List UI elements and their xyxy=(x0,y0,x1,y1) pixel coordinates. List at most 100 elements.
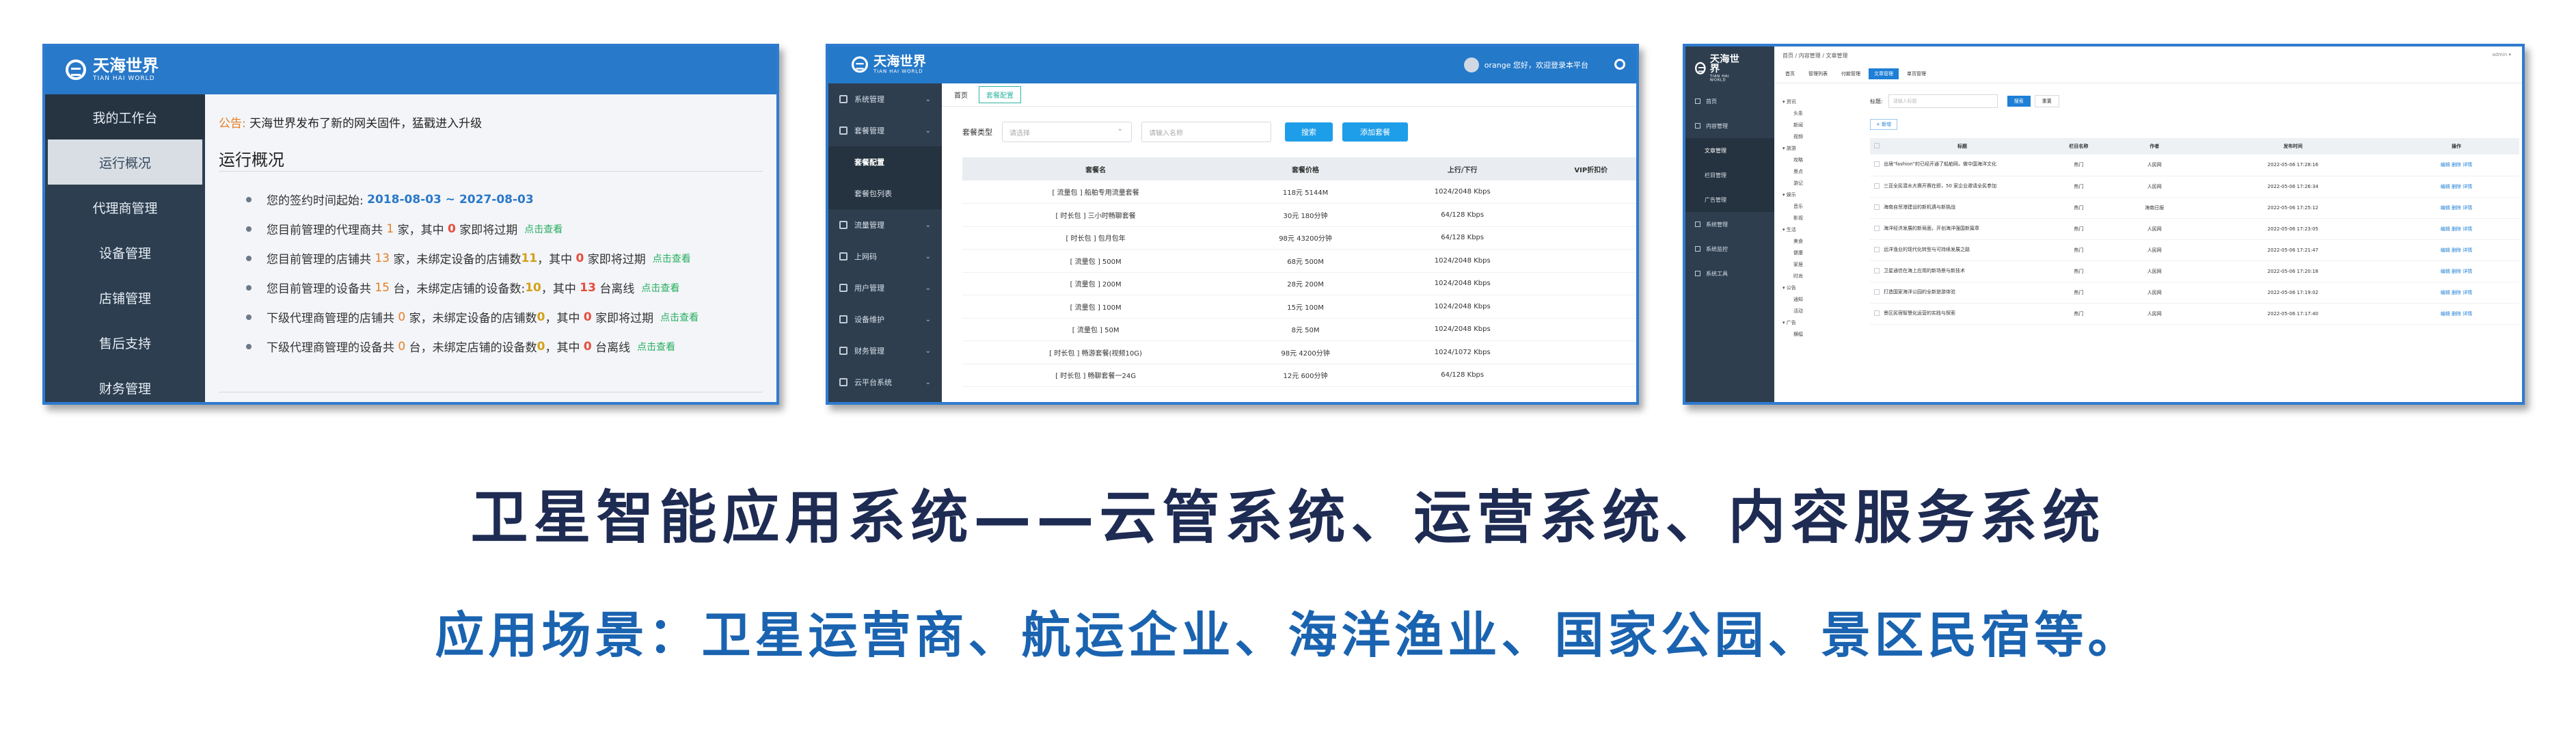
table-row[interactable]: 海南自贸港建设的新机遇与新挑战 热门 海南日报 2022-05-06 17:25:12… xyxy=(1870,197,2519,219)
table-row[interactable]: [ 时长包 ] 畅聊套餐一24G 12元 600分钟 64/128 Kbps xyxy=(962,364,1636,387)
action-link[interactable]: 详情 xyxy=(2463,205,2472,211)
action-link[interactable]: 删除 xyxy=(2452,226,2461,232)
type-select[interactable]: 请选择 xyxy=(1002,122,1132,142)
row-checkbox[interactable] xyxy=(1874,183,1880,189)
article-title[interactable]: 三亚全民潜水大赛开赛在即，50 家企业邀请全民参加 xyxy=(1884,176,2041,198)
row-checkbox[interactable] xyxy=(1874,225,1880,231)
row-checkbox[interactable] xyxy=(1874,246,1880,252)
tree-node[interactable]: ▾ 广告 xyxy=(1782,319,1858,331)
row-checkbox[interactable] xyxy=(1874,204,1880,210)
search-input[interactable]: 请输入标题 xyxy=(1888,94,1998,108)
sidebar-item[interactable]: 文章管理 xyxy=(1685,138,1774,163)
add-package-button[interactable]: 添加套餐 xyxy=(1342,122,1408,142)
sidebar-item-shops[interactable]: 店铺管理 xyxy=(45,275,205,320)
action-link[interactable]: 删除 xyxy=(2452,184,2461,189)
row-checkbox[interactable] xyxy=(1874,267,1880,273)
tab-package-config[interactable]: 套餐配置 xyxy=(979,86,1021,103)
tree-node[interactable]: 健康 xyxy=(1782,250,1858,261)
sidebar-item[interactable]: 套餐配置 xyxy=(828,146,942,178)
action-link[interactable]: 编辑 xyxy=(2441,269,2450,274)
tab[interactable]: 管理列表 xyxy=(1803,68,1833,79)
action-link[interactable]: 编辑 xyxy=(2441,311,2450,317)
tree-node[interactable]: ▾ 娱乐 xyxy=(1782,191,1858,203)
tree-node[interactable]: 时尚 xyxy=(1782,273,1858,284)
table-row[interactable]: 海洋经济发展的新局面，开创海洋强国新篇章 热门 人民网 2022-05-06 17:2… xyxy=(1870,218,2519,240)
sidebar-item[interactable]: 内容管理 xyxy=(1685,113,1774,138)
table-row[interactable]: 三亚全民潜水大赛开赛在即，50 家企业邀请全民参加 热门 人民网 2022-05-06… xyxy=(1870,176,2519,198)
row-checkbox[interactable] xyxy=(1874,161,1880,168)
view-link[interactable]: 点击查看 xyxy=(641,281,679,295)
tree-node[interactable]: 视频 xyxy=(1782,133,1858,145)
view-link[interactable]: 点击查看 xyxy=(660,310,699,324)
article-title[interactable]: 远洋渔业的现代化转型与可持续发展之路 xyxy=(1884,239,2041,261)
tree-node[interactable]: 攻略 xyxy=(1782,157,1858,168)
view-link[interactable]: 点击查看 xyxy=(653,252,691,265)
table-row[interactable]: 打造国家海洋公园的全新旅游体验 热门 人民网 2022-05-06 17:19:02 编… xyxy=(1870,282,2519,304)
action-link[interactable]: 编辑 xyxy=(2441,290,2450,295)
action-link[interactable]: 编辑 xyxy=(2441,205,2450,211)
power-icon[interactable] xyxy=(1614,59,1625,70)
table-row[interactable]: [ 流量包 ] 200M 28元 200M 1024/2048 Kbps xyxy=(962,272,1636,295)
action-link[interactable]: 删除 xyxy=(2452,205,2461,211)
sidebar-item-support[interactable]: 售后支持 xyxy=(45,320,205,365)
action-link[interactable]: 删除 xyxy=(2452,311,2461,317)
view-link[interactable]: 点击查看 xyxy=(637,340,675,353)
table-row[interactable]: 出境"fashion"的已经开通了船舶网，做中国海洋文化 热门 人民网 2022-05… xyxy=(1870,155,2519,176)
tab[interactable]: 单页管理 xyxy=(1901,68,1931,79)
sidebar-item-overview[interactable]: 运行概况 xyxy=(48,139,202,185)
tab-home[interactable]: 首页 xyxy=(947,87,975,103)
sidebar-item[interactable]: 系统工具 xyxy=(1685,261,1774,286)
article-title[interactable]: 海洋经济发展的新局面，开创海洋强国新篇章 xyxy=(1884,218,2041,240)
sidebar-item[interactable]: 套餐管理 ⌄ xyxy=(828,115,942,146)
tree-node[interactable]: 影视 xyxy=(1782,215,1858,226)
view-link[interactable]: 点击查看 xyxy=(524,222,562,236)
action-link[interactable]: 详情 xyxy=(2463,269,2472,274)
tab[interactable]: 付款管理 xyxy=(1836,68,1866,79)
article-title[interactable]: 卫星通信在海上应用的新场景与新技术 xyxy=(1884,260,2041,282)
select-all-checkbox[interactable] xyxy=(1874,143,1880,148)
tree-node[interactable]: 新闻 xyxy=(1782,122,1858,133)
table-row[interactable]: [ 流量包 ] 500M 68元 500M 1024/2048 Kbps xyxy=(962,249,1636,273)
action-link[interactable]: 删除 xyxy=(2452,248,2461,253)
action-link[interactable]: 删除 xyxy=(2452,290,2461,295)
action-link[interactable]: 详情 xyxy=(2463,311,2472,317)
table-row[interactable]: [ 时长包 ] 包月包年 98元 43200分钟 64/128 Kbps xyxy=(962,226,1636,250)
table-row[interactable]: 远洋渔业的现代化转型与可持续发展之路 热门 人民网 2022-05-06 17:21:… xyxy=(1870,239,2519,261)
row-checkbox[interactable] xyxy=(1874,310,1880,316)
tree-node[interactable]: 游记 xyxy=(1782,180,1858,191)
tree-node[interactable]: 景点 xyxy=(1782,168,1858,180)
action-link[interactable]: 编辑 xyxy=(2441,226,2450,232)
action-link[interactable]: 详情 xyxy=(2463,162,2472,168)
table-row[interactable]: [ 时长包 ] 三小时畅聊套餐 30元 180分钟 64/128 Kbps xyxy=(962,203,1636,227)
notice[interactable]: 公告: 天海世界发布了新的网关固件，猛戳进入升级 xyxy=(219,113,482,131)
action-link[interactable]: 详情 xyxy=(2463,248,2472,253)
user-info[interactable]: orange 您好，欢迎登录本平台 xyxy=(1463,57,1588,72)
search-button[interactable]: 搜索 xyxy=(2007,96,2031,107)
action-link[interactable]: 删除 xyxy=(2452,162,2461,168)
tree-node[interactable]: 家居 xyxy=(1782,261,1858,273)
sidebar-item[interactable]: 用户管理 ⌄ xyxy=(828,272,942,304)
row-checkbox[interactable] xyxy=(1874,289,1880,295)
action-link[interactable]: 编辑 xyxy=(2441,162,2450,168)
sidebar-item[interactable]: 云平台系统 ⌄ xyxy=(828,366,942,398)
table-row[interactable]: [ 流量包 ] 船舶专用流量套餐 118元 5144M 1024/2048 Kbps xyxy=(962,181,1636,204)
article-title[interactable]: 出境"fashion"的已经开通了船舶网，做中国海洋文化 xyxy=(1884,155,2041,176)
action-link[interactable]: 详情 xyxy=(2463,184,2472,189)
search-button[interactable]: 搜索 xyxy=(1285,122,1333,142)
action-link[interactable]: 删除 xyxy=(2452,269,2461,274)
sidebar-item-devices[interactable]: 设备管理 xyxy=(45,230,205,275)
sidebar-item[interactable]: 栏目管理 xyxy=(1685,163,1774,187)
add-button[interactable]: + 新增 xyxy=(1870,119,1898,130)
table-row[interactable]: 景区民宿智慧化运营的实践与探索 热门 人民网 2022-05-06 17:17:40 编… xyxy=(1870,303,2519,325)
tree-node[interactable]: ▾ 旅游 xyxy=(1782,145,1858,157)
article-title[interactable]: 打造国家海洋公园的全新旅游体验 xyxy=(1884,282,2041,304)
tree-node[interactable]: ▾ 资讯 xyxy=(1782,98,1858,110)
action-link[interactable]: 详情 xyxy=(2463,290,2472,295)
tree-node[interactable]: 音乐 xyxy=(1782,203,1858,215)
sidebar-item[interactable]: 套餐包列表 xyxy=(828,178,942,209)
table-row[interactable]: [ 流量包 ] 100M 15元 100M 1024/2048 Kbps xyxy=(962,295,1636,319)
sidebar-item-workbench[interactable]: 我的工作台 xyxy=(45,94,205,139)
name-input[interactable]: 请输入名称 xyxy=(1141,122,1271,142)
reset-button[interactable]: 重置 xyxy=(2034,95,2059,107)
tree-node[interactable]: 美食 xyxy=(1782,238,1858,250)
